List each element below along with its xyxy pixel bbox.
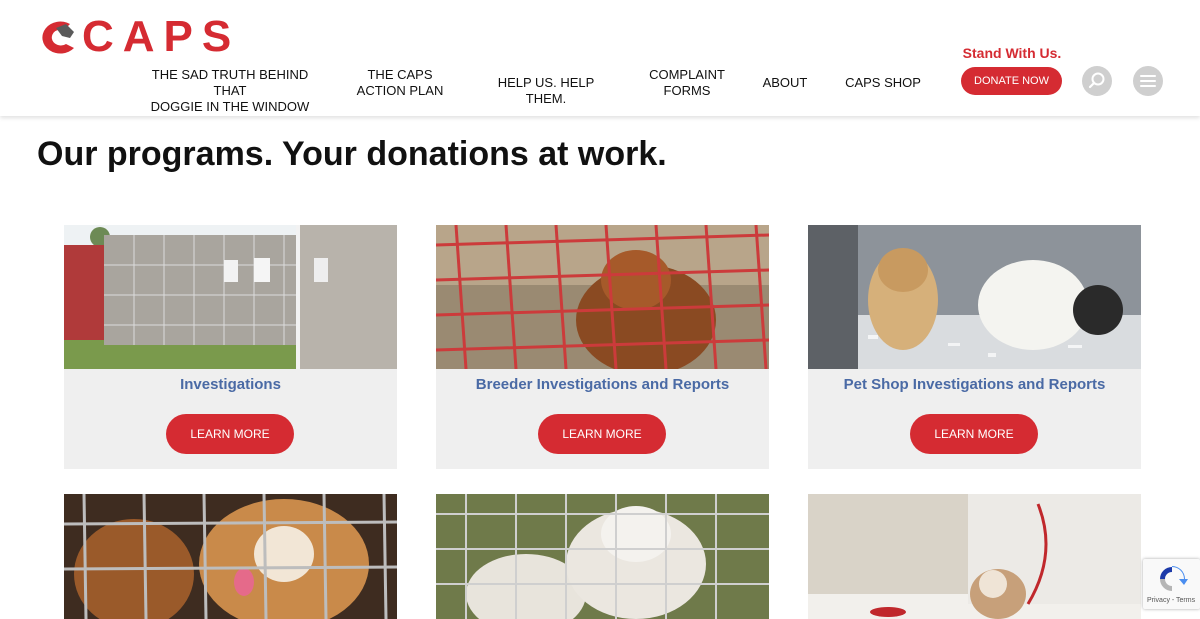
card-title[interactable]: Breeder Investigations and Reports [436, 376, 769, 393]
stand-with-us-text: Stand With Us. [962, 45, 1062, 61]
learn-more-button[interactable]: LEARN MORE [166, 414, 294, 454]
recaptcha-icon [1160, 566, 1188, 591]
caps-logo[interactable]: CAPS [36, 12, 231, 61]
nav-label-line1: THE CAPS [367, 67, 433, 82]
learn-more-button[interactable]: LEARN MORE [538, 414, 666, 454]
donate-now-button[interactable]: DONATE NOW [961, 67, 1062, 95]
program-card-breeder-investigations: Breeder Investigations and Reports LEARN… [436, 225, 769, 469]
program-card-row2-2 [436, 494, 769, 619]
card-title[interactable]: Investigations [64, 376, 397, 393]
nav-caps-shop[interactable]: CAPS SHOP [838, 75, 928, 91]
card-title[interactable]: Pet Shop Investigations and Reports [808, 376, 1141, 393]
nav-label-line1: CAPS SHOP [845, 75, 921, 90]
white-dogs-in-cage-photo [436, 494, 769, 619]
page-title: Our programs. Your donations at work. [37, 135, 667, 173]
nav-label-line2: DOGGIE IN THE WINDOW [150, 99, 310, 114]
pomeranian-in-cage-photo [64, 494, 397, 619]
hamburger-menu-icon [1140, 75, 1156, 87]
program-card-row2-3 [808, 494, 1141, 619]
menu-button[interactable] [1133, 66, 1163, 96]
nav-action-plan[interactable]: THE CAPS ACTION PLAN [350, 67, 450, 99]
nav-label-line1: ABOUT [762, 75, 808, 90]
nav-label-line2: ACTION PLAN [356, 83, 444, 98]
site-header: CAPS THE SAD TRUTH BEHIND THAT DOGGIE IN… [0, 0, 1200, 116]
search-icon [1088, 72, 1105, 89]
search-button[interactable] [1082, 66, 1112, 96]
recaptcha-badge[interactable]: Privacy - Terms [1143, 559, 1200, 609]
nav-about[interactable]: ABOUT [755, 75, 815, 91]
nav-complaint-forms[interactable]: COMPLAINT FORMS [642, 67, 732, 99]
nav-label-line2: FORMS [663, 83, 711, 98]
recaptcha-links[interactable]: Privacy - Terms [1147, 597, 1195, 604]
dog-behind-red-wire-photo [436, 225, 769, 369]
program-card-pet-shop-investigations: Pet Shop Investigations and Reports LEAR… [808, 225, 1141, 469]
dog-head-logo-icon [42, 21, 74, 54]
nav-help-us[interactable]: HELP US. HELP THEM. [476, 75, 616, 107]
nav-label-line1: THE SAD TRUTH BEHIND THAT [151, 67, 309, 98]
logo-wordmark: CAPS [82, 12, 241, 61]
nav-label-line1: HELP US. HELP THEM. [497, 75, 595, 106]
learn-more-button[interactable]: LEARN MORE [910, 414, 1038, 454]
nav-sad-truth[interactable]: THE SAD TRUTH BEHIND THAT DOGGIE IN THE … [135, 67, 325, 115]
vet-exam-chihuahua-photo [808, 494, 1141, 619]
puppies-in-shop-window-photo [808, 225, 1141, 369]
kennel-cages-photo [64, 225, 397, 369]
program-card-investigations: Investigations LEARN MORE [64, 225, 397, 469]
nav-label-line1: COMPLAINT [649, 67, 725, 82]
program-card-row2-1 [64, 494, 397, 619]
